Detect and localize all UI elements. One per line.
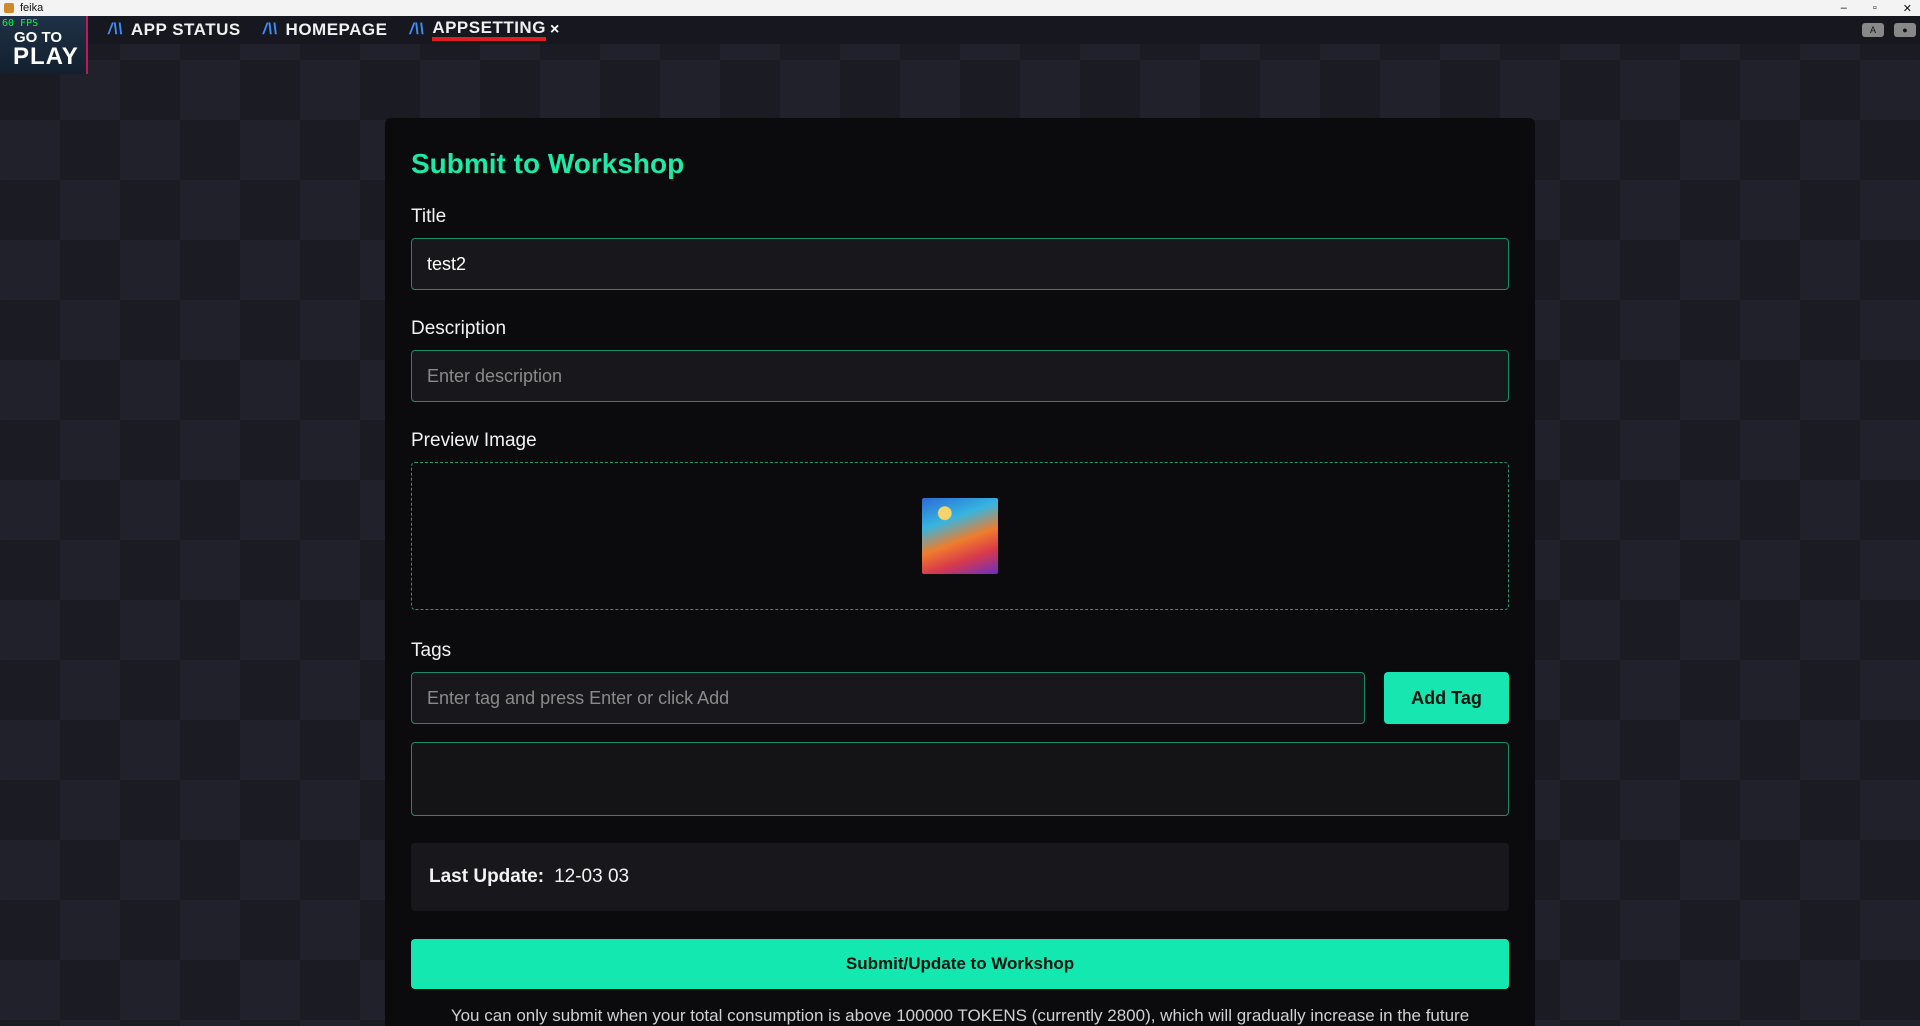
- add-tag-button[interactable]: Add Tag: [1384, 672, 1509, 724]
- discord-icon[interactable]: ●: [1894, 23, 1916, 37]
- page-title: Submit to Workshop: [411, 148, 685, 179]
- title-input[interactable]: test2: [411, 238, 1509, 290]
- minimize-icon[interactable]: –: [1841, 2, 1847, 14]
- window-titlebar: feika – ▫ ✕: [0, 0, 1920, 16]
- brand-a-icon: /\\: [262, 21, 278, 38]
- fps-counter: 60 FPS: [2, 18, 39, 29]
- system-tray: A ●: [1862, 16, 1920, 44]
- preview-image-label: Preview Image: [411, 430, 537, 451]
- app-icon: [4, 3, 14, 13]
- description-input[interactable]: Enter description: [411, 350, 1509, 402]
- tab-appsetting[interactable]: /\\ APPSETTING ×: [409, 19, 559, 41]
- preview-image-thumbnail: [922, 498, 998, 574]
- brand-a-icon: /\\: [108, 21, 123, 38]
- tab-label: APPSETTING: [432, 19, 546, 41]
- tab-label: HOMEPAGE: [285, 20, 388, 39]
- window-title: feika: [20, 2, 44, 14]
- keyboard-icon[interactable]: A: [1862, 23, 1884, 37]
- tag-input[interactable]: Enter tag and press Enter or click Add: [411, 672, 1365, 724]
- go-to-play-logo[interactable]: 60 FPS GO TO PLAY: [0, 16, 88, 74]
- submission-note: You can only submit when your total cons…: [450, 1006, 1470, 1025]
- preview-image-dropzone[interactable]: [411, 462, 1509, 610]
- restore-icon[interactable]: ▫: [1873, 2, 1877, 14]
- tab-homepage[interactable]: /\\ HOMEPAGE: [263, 20, 388, 40]
- close-icon[interactable]: ✕: [1903, 2, 1912, 15]
- tags-label: Tags: [411, 640, 452, 661]
- title-label: Title: [411, 206, 447, 227]
- tag-list: [411, 742, 1509, 816]
- last-update-value: 12-03 03: [554, 866, 630, 887]
- window-controls: – ▫ ✕: [1841, 0, 1912, 16]
- last-update-info: Last Update: 12-03 03: [411, 843, 1509, 911]
- logo-line2: PLAY: [13, 43, 79, 70]
- tab-label: APP STATUS: [130, 20, 241, 39]
- brand-a-icon: /\\: [409, 21, 425, 38]
- description-label: Description: [411, 318, 507, 339]
- tab-close-icon[interactable]: ×: [550, 21, 560, 39]
- nav-tabs: /\\ APP STATUS /\\ HOMEPAGE /\\ APPSETTI…: [108, 16, 560, 44]
- tab-app-status[interactable]: /\\ APP STATUS: [108, 20, 241, 40]
- submit-workshop-button[interactable]: Submit/Update to Workshop: [411, 939, 1509, 989]
- last-update-key: Last Update:: [429, 866, 545, 887]
- workshop-panel: Submit to Workshop Title test2 Descripti…: [385, 118, 1535, 1026]
